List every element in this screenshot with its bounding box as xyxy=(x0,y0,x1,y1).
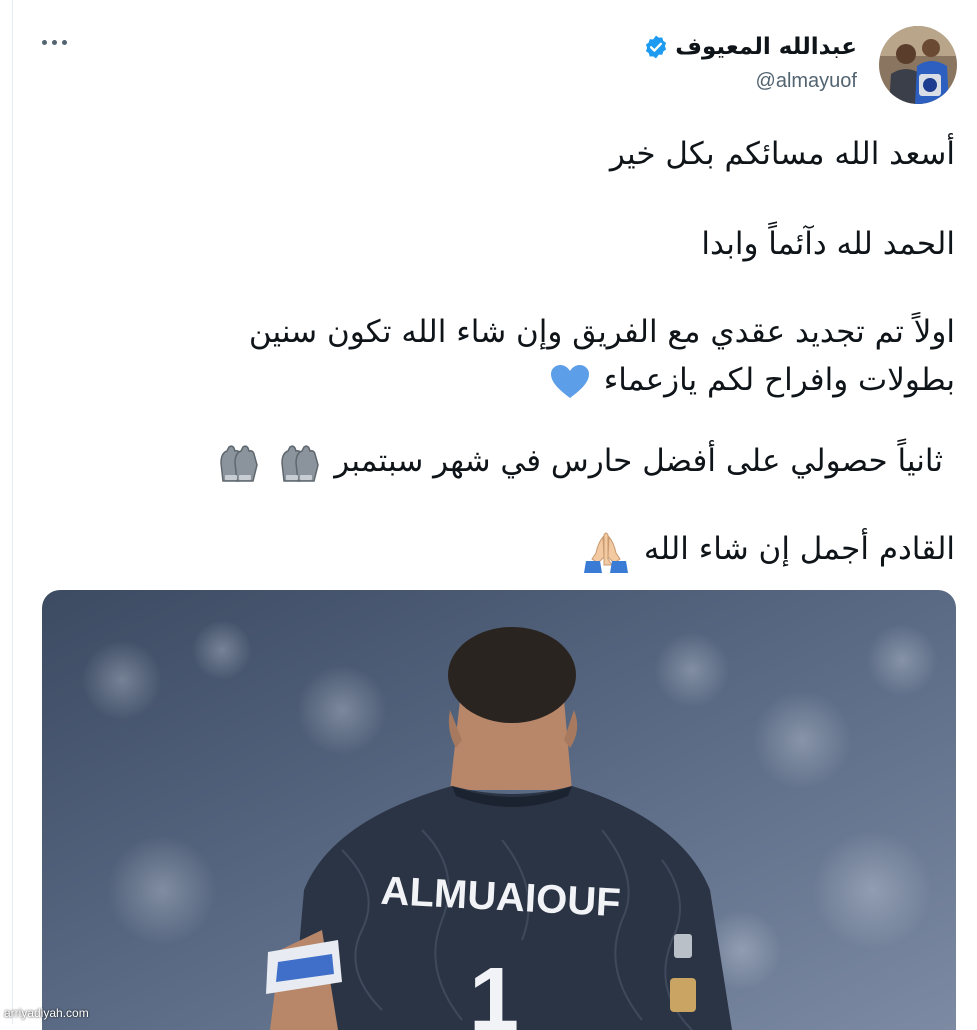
tweet-text-line: الحمد لله دآئماً وابدا xyxy=(701,226,955,262)
more-dot-icon xyxy=(42,40,47,45)
display-name-text[interactable]: عبدالله المعيوف xyxy=(675,34,857,60)
tweet-header: عبدالله المعيوف @almayuof xyxy=(0,24,977,108)
tweet-text-paragraph: اولاً تم تجديد عقدي مع الفريق وإن شاء ال… xyxy=(249,308,955,404)
jersey-number: 1 xyxy=(469,950,519,1030)
tweet-media-photo[interactable]: ALMUAIOUF 1 xyxy=(42,590,956,1030)
gloves-icon xyxy=(281,444,320,482)
tweet-text-line: ثانياً حصولي على أفضل حارس في شهر سبتمبر xyxy=(211,437,943,485)
goalkeeper-photo: ALMUAIOUF 1 xyxy=(42,590,956,1030)
watermark: arriyadiyah.com xyxy=(4,1006,89,1020)
more-dot-icon xyxy=(52,40,57,45)
display-name[interactable]: عبدالله المعيوف xyxy=(643,34,857,60)
folded-hands-icon xyxy=(584,532,629,573)
user-handle[interactable]: @almayuof xyxy=(756,70,857,93)
tweet-text-fragment: ثانياً حصولي على أفضل حارس في شهر سبتمبر xyxy=(334,443,943,479)
tweet-text-line: اولاً تم تجديد عقدي مع الفريق وإن شاء ال… xyxy=(248,314,955,350)
tweet-text-line: القادم أجمل إن شاء الله xyxy=(578,525,955,573)
verified-badge-icon xyxy=(646,35,667,59)
tweet-text-line: أسعد الله مسائكم بكل خير xyxy=(609,136,955,172)
avatar[interactable] xyxy=(879,26,957,104)
more-options-button[interactable] xyxy=(40,34,69,51)
gloves-icon xyxy=(219,444,258,482)
timeline-border xyxy=(12,0,13,1024)
tweet-text-fragment: بطولات وافراح لكم يازعماء xyxy=(603,362,955,398)
more-dot-icon xyxy=(62,40,67,45)
tweet-text-fragment: القادم أجمل إن شاء الله xyxy=(643,531,955,567)
blue-heart-icon xyxy=(550,364,589,398)
tweet-text-line: بطولات وافراح لكم يازعماء xyxy=(249,356,955,404)
